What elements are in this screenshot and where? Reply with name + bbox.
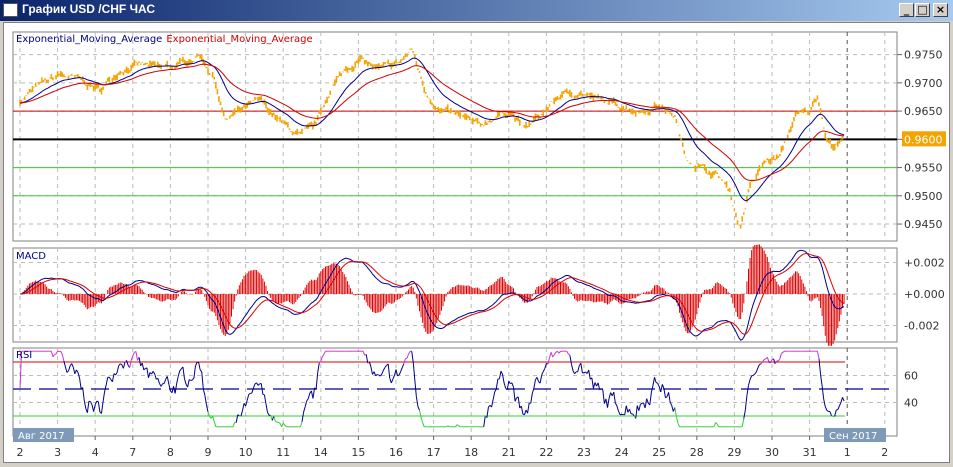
rsi-segment	[831, 415, 834, 418]
rsi-segment	[764, 358, 766, 360]
x-axis-day-label: 22	[539, 446, 553, 459]
x-axis-day-label: 11	[276, 446, 290, 459]
x-axis-day-label: 9	[205, 446, 212, 459]
x-axis-day-label: 17	[427, 446, 441, 459]
price-axis-label: 0.9550	[904, 162, 943, 175]
x-axis-day-label: 3	[54, 446, 61, 459]
macd-label: MACD	[16, 251, 46, 262]
x-axis-day-label: 1	[844, 446, 851, 459]
macd-axis-label: -0.002	[904, 320, 939, 333]
rsi-segment	[759, 363, 762, 365]
rsi-axis-label: 60	[904, 370, 918, 383]
start-date-label: Авг 2017	[18, 431, 65, 442]
price-axis-label: 0.9650	[904, 105, 943, 118]
x-axis-day-label: 23	[577, 446, 591, 459]
x-axis-day-label: 21	[502, 446, 516, 459]
rsi-panel	[12, 347, 898, 437]
x-axis-day-label: 16	[389, 446, 403, 459]
rsi-axis-label: 40	[904, 397, 918, 410]
end-date-label: Сен 2017	[829, 431, 877, 442]
rsi-segment	[377, 374, 379, 376]
x-axis-day-label: 18	[464, 446, 478, 459]
price-axis-label: 0.9500	[904, 190, 943, 203]
x-axis-day-label: 4	[92, 446, 99, 459]
price-axis-label: 0.9450	[904, 218, 943, 231]
indicator-legend-0: Exponential_Moving_Average	[16, 34, 162, 45]
price-axis-label: 0.9750	[904, 49, 943, 62]
chart-canvas[interactable]: 2 3 4 7 8 9 10 11 14 15 16 17 18 21 22 23 24 25 28 29 30 31 1 2…	[0, 0, 953, 467]
rsi-segment	[96, 400, 99, 403]
rsi-segment	[54, 353, 57, 356]
x-axis-day-label: 8	[167, 446, 174, 459]
rsi-segment	[262, 393, 265, 396]
macd-axis-label: +0.002	[904, 257, 945, 270]
x-axis-day-label: 2	[17, 446, 24, 459]
indicator-legend-1: Exponential_Moving_Average	[166, 34, 312, 45]
x-axis-day-label: 24	[615, 446, 629, 459]
x-axis-day-label: 10	[239, 446, 253, 459]
x-axis-day-label: 25	[652, 446, 666, 459]
x-axis-day-label: 28	[690, 446, 704, 459]
x-axis-day-label: 14	[314, 446, 328, 459]
x-axis-day-label: 7	[129, 446, 136, 459]
macd-axis-label: +0.000	[904, 288, 945, 301]
x-axis-day-label: 29	[727, 446, 741, 459]
current-price-label: 0.9600	[904, 133, 943, 146]
x-axis-day-label: 2	[881, 446, 888, 459]
x-axis-day-label: 30	[765, 446, 779, 459]
price-axis-label: 0.9700	[904, 77, 943, 90]
x-axis-day-label: 31	[803, 446, 817, 459]
rsi-label: RSI	[16, 350, 32, 361]
x-axis-day-label: 15	[351, 446, 365, 459]
